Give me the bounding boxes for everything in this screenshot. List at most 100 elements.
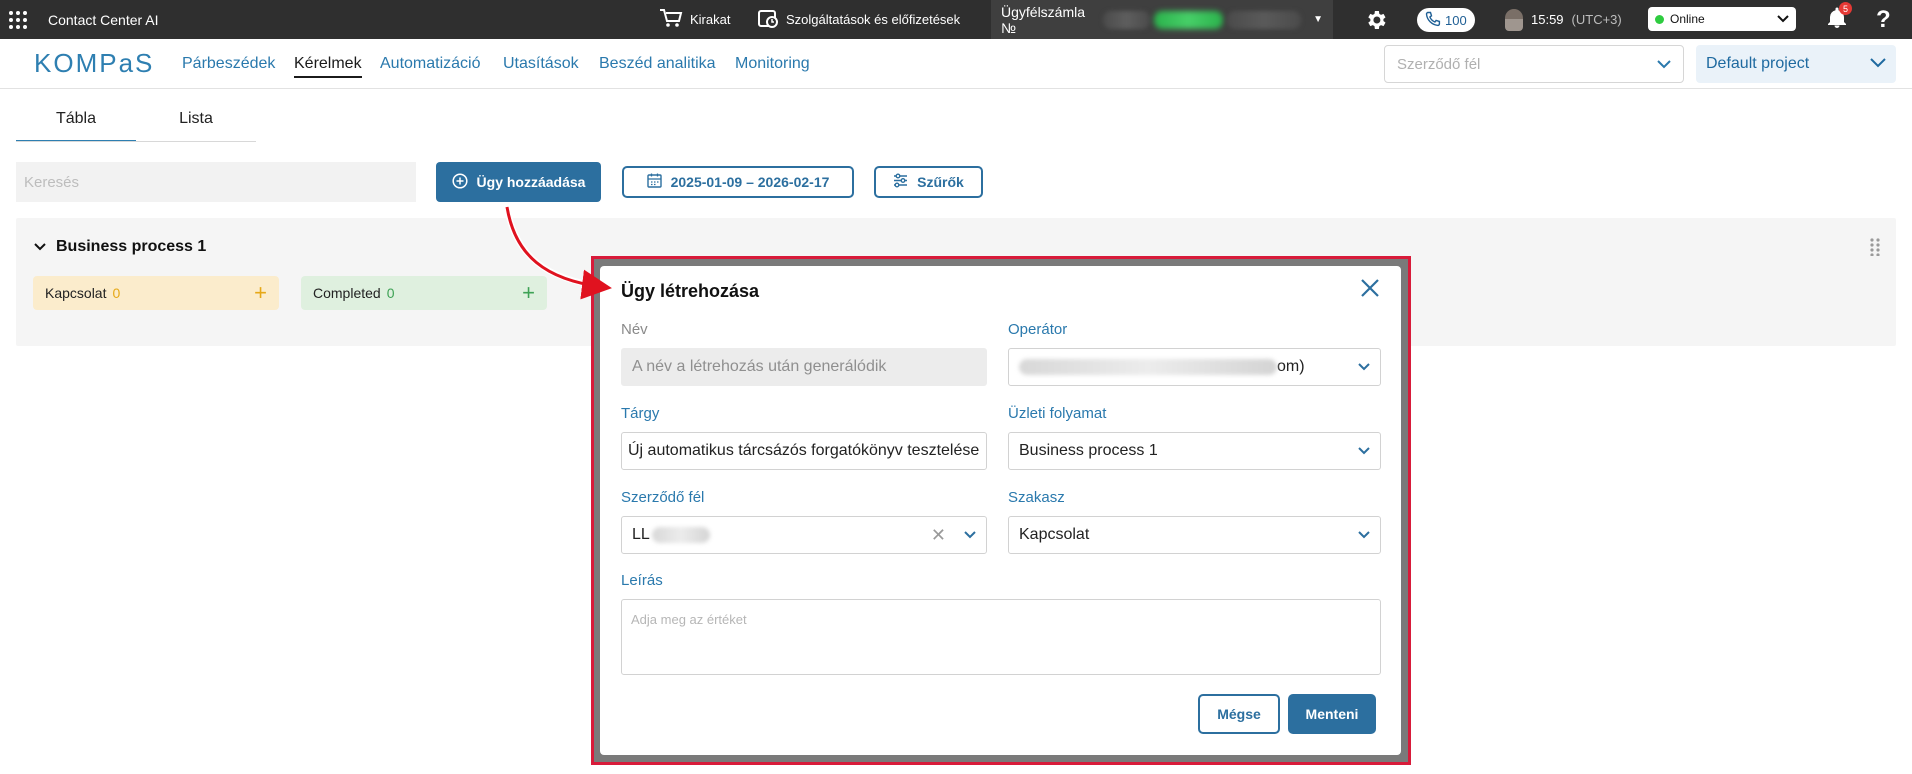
search-input[interactable] (16, 162, 416, 202)
top-bar: Contact Center AI Kirakat Szolgáltatások… (0, 0, 1912, 39)
stage-select[interactable]: Kapcsolat (1008, 516, 1381, 554)
caret-down-icon: ▼ (1313, 14, 1323, 25)
redacted-text (1226, 10, 1302, 29)
chevron-down-icon (1358, 442, 1370, 460)
cancel-button[interactable]: Mégse (1198, 694, 1280, 734)
tabs-divider (16, 141, 256, 142)
add-icon[interactable]: + (522, 282, 535, 304)
time-text: 15:59 (1531, 12, 1564, 27)
main-nav: KOMPaS Párbeszédek Kérelmek Automatizáci… (0, 39, 1912, 89)
status-select[interactable]: Online (1648, 7, 1796, 31)
chevron-down-icon (1358, 358, 1370, 376)
chevron-down-icon (1657, 56, 1671, 73)
redacted-text (651, 527, 710, 543)
save-button[interactable]: Menteni (1288, 694, 1376, 734)
account-selector[interactable]: Ügyfélszámla № ▼ (991, 0, 1333, 39)
notifications-bell[interactable]: 5 (1825, 0, 1852, 39)
dialog-title: Ügy létrehozása (621, 281, 760, 301)
operator-select[interactable]: om) (1008, 348, 1381, 386)
contracting-party-field[interactable]: LL ✕ (621, 516, 987, 554)
redacted-text (1154, 10, 1223, 29)
add-case-button[interactable]: Ügy hozzáadása (436, 162, 601, 202)
name-label: Név (621, 321, 648, 338)
sliders-icon (893, 173, 908, 191)
add-icon[interactable]: + (254, 282, 267, 304)
filters-label: Szűrők (917, 174, 964, 190)
chevron-down-icon (1870, 55, 1886, 73)
business-process-select[interactable]: Business process 1 (1008, 432, 1381, 470)
stage-column-header: Kapcsolat 0 + (33, 276, 279, 310)
status-dot-icon (1655, 14, 1664, 24)
operator-label: Operátor (1008, 321, 1068, 338)
clear-icon[interactable]: ✕ (931, 525, 946, 546)
logo: KOMPaS (34, 48, 155, 78)
services-link[interactable]: Szolgáltatások és előfizetések (757, 0, 960, 39)
close-icon[interactable] (1360, 278, 1380, 303)
chevron-down-icon (964, 526, 976, 544)
chevron-down-icon (1777, 12, 1789, 26)
redacted-text (1102, 10, 1151, 29)
calendar-icon (646, 173, 662, 191)
contracting-party-placeholder: Szerződő fél (1397, 55, 1481, 73)
avatar[interactable] (1505, 8, 1523, 31)
nav-link-speech-analytics[interactable]: Beszéd analitika (599, 55, 716, 73)
process-title: Business process 1 (56, 238, 207, 255)
stage-column-header: Completed 0 + (301, 276, 547, 310)
apps-grid-icon[interactable] (8, 0, 30, 39)
stage-value: Kapcsolat (1019, 526, 1090, 543)
project-select[interactable]: Default project (1696, 45, 1896, 83)
stage-name: Completed (313, 285, 381, 301)
help-icon[interactable]: ? (1876, 0, 1891, 39)
chevron-down-icon (34, 238, 46, 256)
process-header[interactable]: Business process 1 (34, 238, 206, 256)
stage-count: 0 (386, 285, 395, 301)
storefront-label: Kirakat (690, 12, 731, 27)
notifications-badge: 5 (1839, 2, 1852, 15)
gear-icon[interactable] (1364, 0, 1388, 39)
add-case-label: Ügy hozzáadása (476, 174, 586, 190)
name-field: A név a létrehozás után generálódik (621, 348, 987, 386)
subject-label: Tárgy (621, 405, 660, 422)
redacted-text (1019, 359, 1277, 375)
tab-table[interactable]: Tábla (16, 110, 136, 142)
chevron-down-icon (1358, 526, 1370, 544)
contracting-party-value: LL (632, 526, 650, 543)
account-label: Ügyfélszámla № (1001, 3, 1086, 36)
subject-field[interactable]: Új automatikus tárcsázós forgatókönyv te… (621, 432, 987, 470)
business-process-value: Business process 1 (1019, 442, 1158, 459)
nav-link-requests[interactable]: Kérelmek (294, 55, 362, 78)
date-range-button[interactable]: 2025-01-09 – 2026-02-17 (622, 166, 854, 198)
storefront-link[interactable]: Kirakat (659, 0, 730, 39)
clock: 15:59 (UTC+3) (1505, 0, 1622, 39)
cart-icon (659, 8, 683, 31)
description-label: Leírás (621, 572, 663, 589)
filters-button[interactable]: Szűrők (874, 166, 983, 198)
status-value: Online (1670, 12, 1705, 26)
calls-counter[interactable]: 100 (1417, 8, 1475, 32)
description-textarea[interactable] (621, 599, 1381, 675)
phone-icon (1425, 11, 1441, 30)
contracting-party-label: Szerződő fél (621, 489, 705, 506)
services-label: Szolgáltatások és előfizetések (786, 12, 961, 27)
nav-link-dialogs[interactable]: Párbeszédek (182, 55, 275, 73)
nav-link-monitoring[interactable]: Monitoring (735, 55, 810, 73)
subject-value: Új automatikus tárcsázós forgatókönyv te… (628, 442, 980, 459)
app-title: Contact Center AI (48, 11, 159, 28)
drag-handle-icon[interactable] (1870, 238, 1880, 261)
create-case-dialog: Ügy létrehozása Név A név a létrehozás u… (600, 266, 1401, 755)
stage-count: 0 (112, 285, 121, 301)
timezone-text: (UTC+3) (1571, 12, 1622, 27)
wallet-icon (757, 7, 779, 32)
stage-label: Szakasz (1008, 489, 1065, 506)
contracting-party-select[interactable]: Szerződő fél (1384, 45, 1684, 83)
nav-link-automation[interactable]: Automatizáció (380, 55, 481, 73)
calls-count: 100 (1445, 12, 1467, 28)
name-value: A név a létrehozás után generálódik (632, 358, 887, 375)
business-process-label: Üzleti folyamat (1008, 405, 1107, 422)
project-value: Default project (1706, 55, 1810, 72)
date-range-label: 2025-01-09 – 2026-02-17 (670, 174, 830, 190)
plus-circle-icon (451, 172, 468, 192)
operator-value: om) (1277, 358, 1305, 375)
tab-list[interactable]: Lista (136, 110, 256, 142)
nav-link-instructions[interactable]: Utasítások (503, 55, 579, 73)
